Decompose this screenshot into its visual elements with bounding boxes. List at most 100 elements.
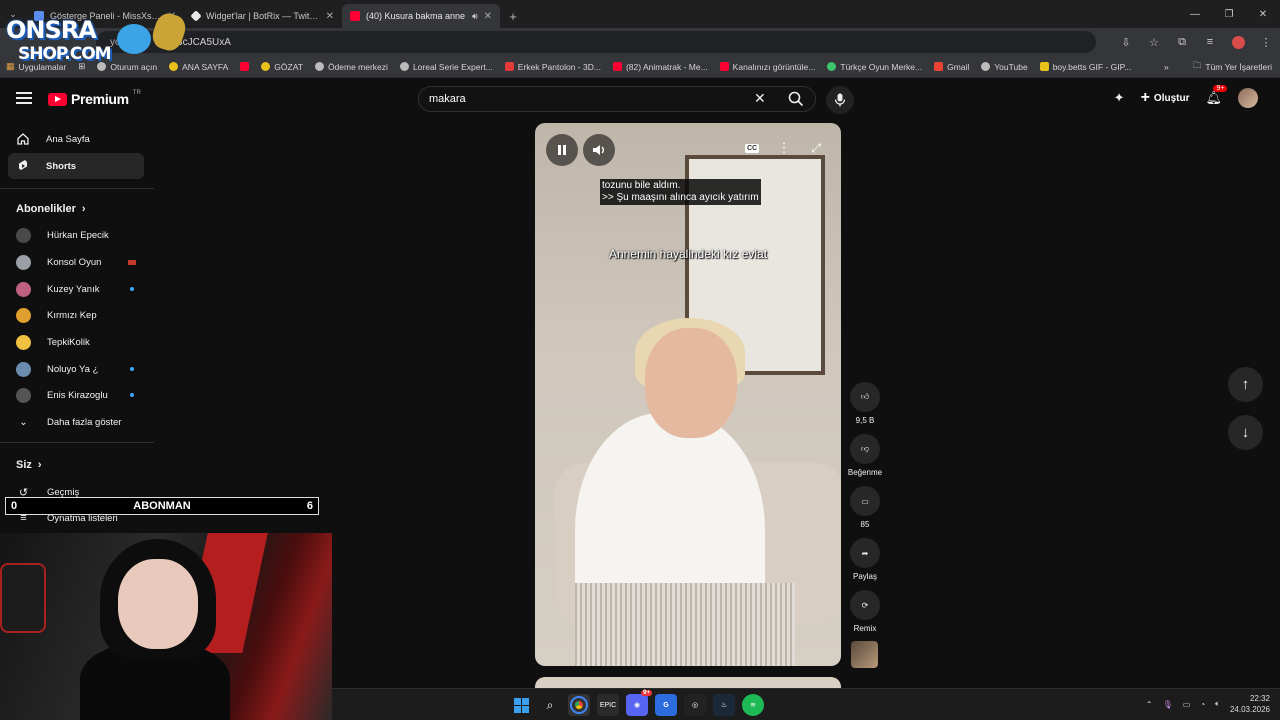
mic-tray-icon[interactable]: 🎙︎: [1163, 700, 1173, 709]
menu-kebab-icon[interactable]: ⋮: [1258, 32, 1274, 52]
app-g-icon[interactable]: G: [655, 694, 677, 716]
search-icon[interactable]: ⌕: [539, 694, 561, 716]
speaker-icon[interactable]: 🔈︎: [1215, 699, 1220, 709]
shorts-player[interactable]: CC ⋮ ⤢ tozunu bile aldım. >> Şu maaşını …: [535, 123, 841, 666]
extensions-icon[interactable]: ⧉: [1174, 32, 1190, 52]
all-bookmarks[interactable]: 🗀︎ Tüm Yer İşaretleri: [1193, 56, 1272, 78]
subscription-item[interactable]: Kuzey Yanık: [8, 277, 144, 301]
new-content-dot: [130, 393, 134, 397]
close-icon[interactable]: ✕: [326, 11, 334, 22]
header-actions: ✦ + Oluştur 🔔︎ 9+: [1114, 85, 1258, 108]
sound-thumbnail[interactable]: [851, 641, 878, 668]
gemini-spark-icon[interactable]: ✦: [1114, 90, 1125, 106]
clock-time: 22:32: [1249, 694, 1270, 703]
taskbar-apps: ⌕ EPIC ◉ 9+ G ◎ ♨ ≋: [510, 690, 764, 716]
windows-start-icon[interactable]: [510, 694, 532, 716]
account-avatar[interactable]: [1238, 88, 1258, 108]
subscription-item[interactable]: Enis Kirazoglu: [8, 383, 144, 407]
bookmark-item[interactable]: Türkçe Oyun Merke...: [821, 62, 928, 72]
captions-button[interactable]: CC: [739, 135, 765, 161]
subscription-item[interactable]: Kırmızı Kep: [8, 303, 144, 327]
region-code: TR: [132, 90, 141, 96]
bookmark-star-icon[interactable]: ☆: [1146, 32, 1162, 52]
subscription-item[interactable]: TepkiKolik: [8, 330, 144, 354]
pause-button[interactable]: [546, 134, 578, 166]
spotify-icon[interactable]: ≋: [742, 694, 764, 716]
bookmark-item[interactable]: boy.betts GIF - GIP...: [1034, 62, 1138, 72]
clear-icon[interactable]: ✕: [754, 90, 766, 107]
sidebar-item-label: Shorts: [46, 160, 77, 172]
goal-target: 6: [306, 500, 313, 512]
notifications-button[interactable]: 🔔︎ 9+: [1205, 85, 1228, 106]
subscription-item[interactable]: Konsol Oyun: [8, 250, 144, 274]
bookmark-item[interactable]: Kanalınızı görüntüle...: [714, 62, 822, 72]
comments-button[interactable]: ▭ 85: [846, 486, 884, 529]
channel-name: Konsol Oyun: [47, 256, 102, 268]
close-icon[interactable]: ✕: [484, 11, 492, 22]
bookmark-item[interactable]: GÖZAT: [255, 62, 309, 72]
media-controls-icon[interactable]: ≡: [1202, 32, 1218, 52]
bookmark-item[interactable]: Erkek Pantolon - 3D...: [499, 62, 607, 72]
bookmark-label: boy.betts GIF - GIP...: [1052, 61, 1132, 72]
install-app-icon[interactable]: ⇩: [1118, 32, 1134, 52]
search-value: makara: [429, 93, 466, 105]
previous-short-button[interactable]: ↑: [1228, 367, 1263, 402]
browser-tab[interactable]: Widget'lar | BotRix — Twitch, K ✕: [184, 4, 342, 28]
youtube-premium-logo[interactable]: Premium TR: [48, 90, 141, 107]
remix-button[interactable]: ⟳ Remix: [846, 590, 884, 633]
chrome-icon[interactable]: [568, 694, 590, 716]
comment-count: 85: [860, 520, 870, 529]
bookmark-item[interactable]: Ödeme merkezi: [309, 62, 394, 72]
subscription-item[interactable]: Noluyo Ya ¿: [8, 357, 144, 381]
menu-icon[interactable]: [16, 92, 32, 104]
obs-icon[interactable]: ◎: [684, 694, 706, 716]
restore-button[interactable]: ❐: [1212, 0, 1246, 28]
subscription-goal-overlay: 0 ABONMAN 6: [5, 497, 319, 515]
epic-games-icon[interactable]: EPIC: [597, 694, 619, 716]
bookmark-item[interactable]: YouTube: [975, 62, 1033, 72]
profile-avatar-icon[interactable]: [1230, 32, 1246, 52]
like-button[interactable]: 👍︎ 9,5 B: [846, 382, 884, 425]
address-bar[interactable]: yo /5F3cJCA5UxA: [96, 31, 1096, 53]
voice-search-button[interactable]: [826, 86, 854, 114]
browser-tab-active[interactable]: (40) Kusura bakma anne 🔊︎ ✕: [342, 4, 500, 28]
close-window-button[interactable]: ✕: [1246, 0, 1280, 28]
bookmark-item[interactable]: (82) Animatrak - Me...: [607, 62, 714, 72]
notification-badge: 9+: [1213, 85, 1228, 92]
discord-icon[interactable]: ◉ 9+: [626, 690, 652, 716]
bookmark-label: Ödeme merkezi: [327, 61, 388, 72]
share-button[interactable]: ➦ Paylaş: [846, 538, 884, 581]
dislike-label: Beğenme: [847, 468, 883, 477]
you-heading[interactable]: Siz ›: [16, 459, 42, 471]
clock[interactable]: 22:32 24.03.2026: [1230, 693, 1270, 715]
bookmark-item[interactable]: Gmail: [928, 62, 975, 72]
fullscreen-button[interactable]: ⤢: [803, 135, 829, 161]
caption-line: >> Şu maaşını alınca ayıcık yatırım: [602, 192, 759, 203]
sidebar-item-shorts[interactable]: Shorts: [8, 153, 144, 179]
new-tab-button[interactable]: +: [500, 4, 526, 28]
next-short-button[interactable]: ↓: [1228, 415, 1263, 450]
chevron-up-icon[interactable]: ⌃: [1146, 700, 1153, 709]
sidebar-item-home[interactable]: Ana Sayfa: [8, 126, 144, 152]
dislike-button[interactable]: 👎︎ Beğenme: [846, 434, 884, 477]
search-button[interactable]: [783, 86, 809, 112]
more-bookmarks-icon[interactable]: »: [1158, 62, 1175, 72]
minimize-button[interactable]: —: [1178, 0, 1212, 28]
bookmark-label: (82) Animatrak - Me...: [625, 61, 708, 72]
more-options-button[interactable]: ⋮: [771, 135, 797, 161]
steam-icon[interactable]: ♨: [713, 694, 735, 716]
create-button[interactable]: + Oluştur: [1141, 89, 1190, 107]
audio-playing-icon[interactable]: 🔊︎: [472, 11, 478, 22]
create-label: Oluştur: [1153, 92, 1190, 104]
bookmark-item[interactable]: Loreal Serie Expert...: [394, 62, 499, 72]
subscriptions-heading[interactable]: Abonelikler ›: [16, 203, 86, 215]
volume-button[interactable]: [583, 134, 615, 166]
display-icon[interactable]: ▭: [1183, 700, 1191, 709]
pause-icon: [558, 145, 566, 155]
bookmark-item[interactable]: [234, 62, 255, 71]
show-more-button[interactable]: ⌄ Daha fazla göster: [8, 410, 144, 434]
subscription-item[interactable]: Hürkan Epecik: [8, 223, 144, 247]
live-indicator-icon: [128, 259, 136, 265]
windows-taskbar: ⌕ EPIC ◉ 9+ G ◎ ♨ ≋ ⌃ 🎙︎ ▭ ◔ 🔈︎ 22:32 24.…: [332, 688, 1280, 720]
network-icon[interactable]: ◔: [1200, 700, 1205, 709]
